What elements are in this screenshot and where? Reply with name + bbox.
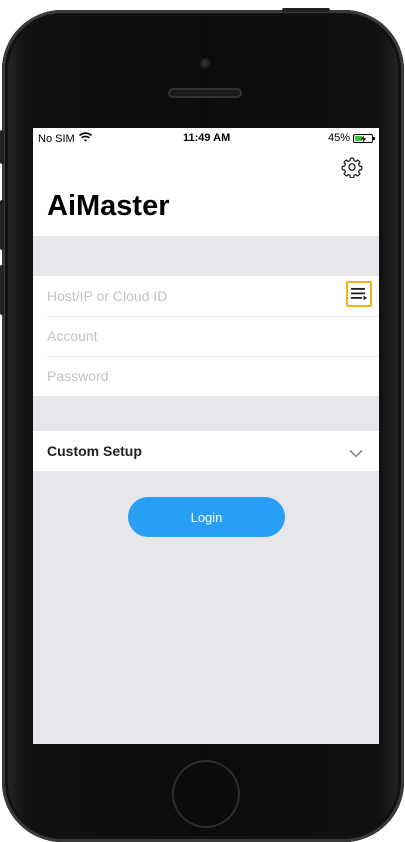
custom-setup-row[interactable]: Custom Setup [33,431,379,471]
earpiece-speaker [168,88,242,98]
host-field[interactable]: Host/IP or Cloud ID [33,276,379,316]
page-title: AiMaster [47,190,170,222]
custom-setup-label: Custom Setup [47,443,142,459]
host-placeholder: Host/IP or Cloud ID [47,288,168,304]
battery-percent: 45% [327,132,350,144]
password-placeholder: Password [47,368,109,384]
status-bar: No SIM 11:49 AM 45% [33,128,379,148]
front-camera [200,58,212,70]
wifi-icon [78,132,92,145]
host-list-button[interactable] [346,281,372,307]
account-placeholder: Account [47,328,98,344]
login-button[interactable]: Login [128,497,285,537]
list-icon [351,288,367,301]
chevron-down-icon [349,445,363,463]
password-field[interactable]: Password [33,356,379,396]
carrier-label: No SIM [38,132,75,145]
volume-down-button [0,265,4,315]
clock: 11:49 AM [183,132,231,144]
power-button [282,8,330,12]
volume-up-button [0,200,4,250]
gear-icon[interactable] [341,156,363,179]
battery-charging-icon [353,133,375,143]
home-button[interactable] [172,760,240,828]
login-form: Host/IP or Cloud ID Account Password [33,276,379,396]
mute-switch [0,130,4,164]
app-header: AiMaster [33,148,379,236]
app-screen: No SIM 11:49 AM 45% AiMaster Host/IP or … [33,128,379,744]
account-field[interactable]: Account [33,316,379,356]
